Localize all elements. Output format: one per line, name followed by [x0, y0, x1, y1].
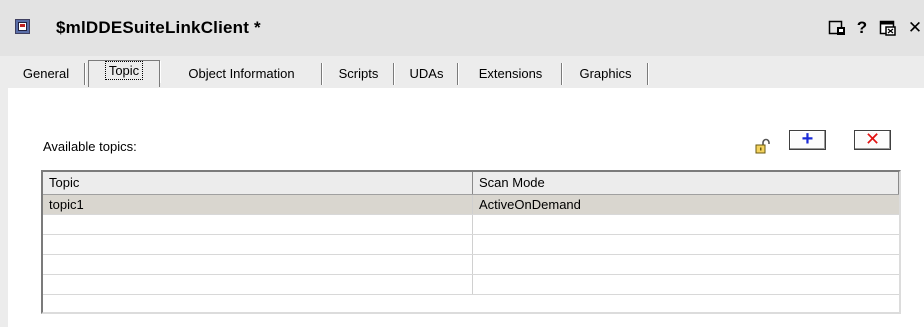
topic-cell[interactable]	[43, 255, 473, 274]
restore-icon[interactable]	[879, 18, 897, 38]
table-row[interactable]: topic1 ActiveOnDemand	[43, 195, 899, 215]
tab-label: General	[22, 66, 70, 81]
delete-topic-button[interactable]: ✕	[854, 130, 891, 150]
tab-general[interactable]: General	[8, 63, 86, 85]
tab-label: Graphics	[579, 66, 632, 81]
app-icon	[15, 19, 30, 34]
topic-cell[interactable]	[43, 275, 473, 294]
plus-icon: +	[801, 128, 814, 150]
tab-graphics[interactable]: Graphics	[564, 63, 649, 85]
topic-cell[interactable]: topic1	[43, 195, 473, 214]
available-topics-label: Available topics:	[43, 139, 137, 154]
topic-cell[interactable]	[43, 235, 473, 254]
tab-scripts[interactable]: Scripts	[324, 63, 395, 85]
column-header-topic[interactable]: Topic	[43, 172, 473, 194]
table-row[interactable]	[43, 275, 899, 295]
table-row[interactable]	[43, 235, 899, 255]
tab-strip: General Topic Object Information Scripts…	[0, 56, 924, 88]
tab-udas[interactable]: UDAs	[396, 63, 459, 85]
unlock-icon[interactable]	[755, 138, 770, 154]
add-topic-button[interactable]: +	[789, 128, 826, 150]
table-row[interactable]	[43, 215, 899, 235]
dock-icon[interactable]	[828, 18, 846, 38]
window-title: $mlDDESuiteLinkClient *	[56, 18, 261, 37]
table-row[interactable]	[43, 255, 899, 275]
close-button[interactable]: ✕	[906, 18, 924, 38]
delete-icon: ✕	[864, 129, 881, 149]
tab-label: Object Information	[188, 66, 295, 81]
table-header: Topic Scan Mode	[43, 172, 899, 195]
tab-extensions[interactable]: Extensions	[460, 63, 563, 85]
tab-label: Scripts	[338, 66, 379, 81]
title-bar: $mlDDESuiteLinkClient * ? ✕	[0, 0, 924, 56]
scan-mode-cell[interactable]	[473, 275, 899, 294]
tab-label: UDAs	[409, 66, 444, 81]
tab-label: Topic	[104, 61, 144, 80]
column-header-scan-mode[interactable]: Scan Mode	[473, 172, 899, 194]
topic-cell[interactable]	[43, 215, 473, 234]
tab-label: Extensions	[478, 66, 543, 81]
tab-topic[interactable]: Topic	[88, 60, 161, 87]
help-button[interactable]: ?	[854, 18, 870, 38]
tab-object-information[interactable]: Object Information	[162, 63, 323, 85]
scan-mode-cell[interactable]	[473, 215, 899, 234]
scan-mode-cell[interactable]	[473, 235, 899, 254]
scan-mode-cell[interactable]	[473, 255, 899, 274]
topics-table: Topic Scan Mode topic1 ActiveOnDemand	[41, 170, 901, 314]
scan-mode-cell[interactable]: ActiveOnDemand	[473, 195, 899, 214]
